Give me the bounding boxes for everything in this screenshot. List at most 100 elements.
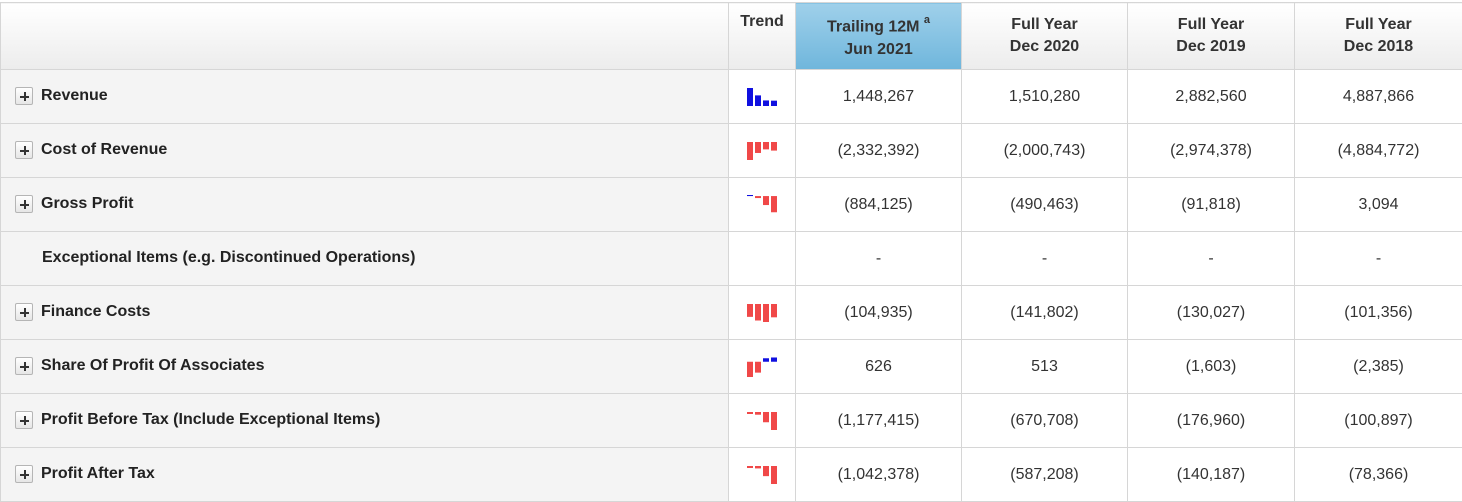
value-cell: -: [1127, 231, 1295, 286]
row-label-cell: Cost of Revenue: [0, 123, 729, 178]
trend-cell: [728, 231, 796, 286]
value-cell: (2,974,378): [1127, 123, 1295, 178]
trend-cell: [728, 285, 796, 340]
sparkline-bar: [755, 465, 761, 468]
sparkline-bar: [747, 303, 753, 317]
value-cell: (1,177,415): [795, 393, 962, 448]
sparkline-bar: [747, 361, 753, 377]
value-cell: (176,960): [1127, 393, 1295, 448]
sparkline-bar: [771, 195, 777, 212]
trend-sparkline: [747, 465, 777, 484]
row-revenue: Revenue 1,448,267 1,510,280 2,882,560 4,…: [0, 69, 1462, 124]
expand-plus-icon[interactable]: [15, 87, 33, 106]
column-header-line2: Dec 2019: [1176, 38, 1246, 55]
row-label-cell: Profit Before Tax (Include Exceptional I…: [0, 393, 729, 448]
expand-plus-icon[interactable]: [15, 303, 33, 322]
sparkline-bar: [763, 465, 769, 476]
trend-sparkline: [747, 141, 777, 160]
row-gross-profit: Gross Profit (884,125) (490,463) (91,818…: [0, 177, 1462, 232]
value-cell: -: [961, 231, 1128, 286]
sparkline-bar: [755, 195, 761, 198]
trend-sparkline: [747, 303, 777, 322]
value-cell: (587,208): [961, 447, 1128, 502]
value-cell: 1,448,267: [795, 69, 962, 124]
row-profit-after-tax: Profit After Tax (1,042,378) (587,208) (…: [0, 447, 1462, 502]
trend-sparkline: [747, 87, 777, 106]
value-cell: 1,510,280: [961, 69, 1128, 124]
value-cell: 2,882,560: [1127, 69, 1295, 124]
value-cell: (2,332,392): [795, 123, 962, 178]
trend-cell: [728, 123, 796, 178]
sparkline-bar: [763, 411, 769, 422]
row-label: Profit After Tax: [41, 465, 155, 483]
row-share-of-profit-of-associates: Share Of Profit Of Associates 626 513 (1…: [0, 339, 1462, 394]
sparkline-bar: [755, 411, 761, 415]
value-cell: (4,884,772): [1294, 123, 1462, 178]
sparkline-bar: [755, 94, 761, 106]
expand-plus-icon[interactable]: [15, 411, 33, 430]
value-cell: (1,603): [1127, 339, 1295, 394]
row-label: Gross Profit: [41, 195, 134, 213]
row-label-cell: Exceptional Items (e.g. Discontinued Ope…: [0, 231, 729, 286]
column-header-ttm[interactable]: Trailing 12M a Jun 2021: [795, 2, 962, 70]
expand-plus-icon[interactable]: [15, 141, 33, 160]
sparkline-bar: [771, 411, 777, 430]
column-header-line1: Full Year: [1177, 16, 1245, 33]
sparkline-bar: [763, 195, 769, 205]
row-label: Finance Costs: [41, 303, 151, 321]
value-cell: (2,000,743): [961, 123, 1128, 178]
expand-plus-icon[interactable]: [15, 465, 33, 484]
column-header-line1: Trailing 12M: [826, 18, 920, 36]
row-label-cell: Finance Costs: [0, 285, 729, 340]
value-cell: 513: [961, 339, 1128, 394]
column-header-line2: Dec 2020: [1009, 38, 1080, 55]
sparkline-bar: [771, 356, 777, 362]
trend-cell: [728, 177, 796, 232]
row-label: Exceptional Items (e.g. Discontinued Ope…: [42, 249, 416, 267]
sparkline-bar: [755, 361, 761, 373]
sparkline-bar: [763, 141, 769, 149]
trend-sparkline: [747, 194, 777, 212]
value-cell: (104,935): [795, 285, 962, 340]
footnote-marker: a: [923, 14, 931, 27]
sparkline-bar: [771, 141, 777, 151]
row-label-cell: Profit After Tax: [0, 447, 729, 502]
expand-plus-icon[interactable]: [15, 195, 33, 214]
sparkline-bar: [771, 303, 777, 317]
value-cell: (78,366): [1294, 447, 1462, 502]
value-cell: (670,708): [961, 393, 1128, 448]
row-finance-costs: Finance Costs (104,935) (141,802) (130,0…: [0, 285, 1462, 340]
column-header-fy2018[interactable]: Full Year Dec 2018: [1294, 2, 1462, 70]
sparkline-bar: [771, 100, 777, 106]
value-cell: (1,042,378): [795, 447, 962, 502]
value-cell: (140,187): [1127, 447, 1295, 502]
row-label-cell: Revenue: [0, 69, 729, 124]
trend-sparkline: [747, 356, 777, 377]
value-cell: (91,818): [1127, 177, 1295, 232]
sparkline-bar: [763, 303, 769, 322]
sparkline-bar: [747, 87, 753, 106]
sparkline-bar: [755, 141, 761, 153]
trend-cell: [728, 339, 796, 394]
row-label-cell: Share Of Profit Of Associates: [0, 339, 729, 394]
value-cell: -: [1294, 231, 1462, 286]
value-cell: (141,802): [961, 285, 1128, 340]
header-row: Trend Trailing 12M a Jun 2021 Full Year …: [0, 2, 1462, 70]
sparkline-bar: [771, 465, 777, 484]
row-cost-of-revenue: Cost of Revenue (2,332,392) (2,000,743) …: [0, 123, 1462, 178]
value-cell: (884,125): [795, 177, 962, 232]
expand-plus-icon[interactable]: [15, 357, 33, 376]
column-header-fy2020[interactable]: Full Year Dec 2020: [961, 2, 1128, 70]
sparkline-bar: [747, 465, 753, 468]
value-cell: 626: [795, 339, 962, 394]
column-header-line2: Jun 2021: [844, 40, 913, 58]
trend-cell: [728, 393, 796, 448]
trend-header: Trend: [728, 2, 796, 70]
row-label: Revenue: [41, 87, 108, 105]
sparkline-bar: [763, 99, 769, 106]
sparkline-bar: [755, 303, 761, 321]
row-profit-before-tax: Profit Before Tax (Include Exceptional I…: [0, 393, 1462, 448]
column-header-fy2019[interactable]: Full Year Dec 2019: [1127, 2, 1295, 70]
value-cell: (490,463): [961, 177, 1128, 232]
sparkline-bar: [747, 141, 753, 160]
